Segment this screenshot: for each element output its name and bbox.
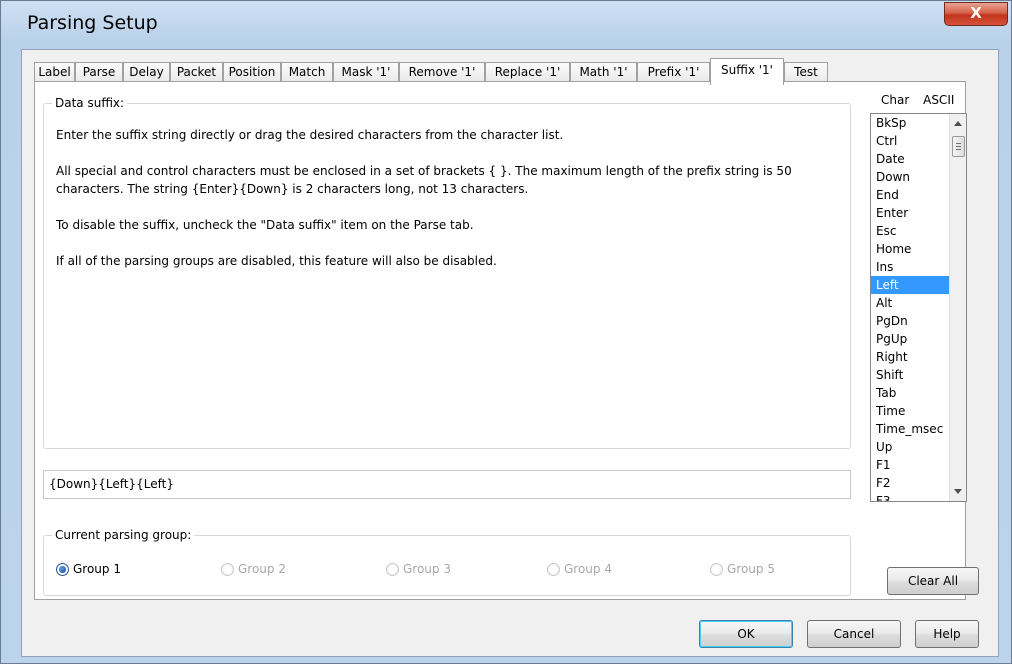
grip-icon <box>956 149 961 150</box>
group-5-label: Group 5 <box>727 562 775 576</box>
char-list-header: Char ASCII <box>881 93 954 107</box>
tab-parse[interactable]: Parse <box>75 62 123 83</box>
help-paragraph: To disable the suffix, uncheck the "Data… <box>56 218 474 232</box>
group-1-radio[interactable]: Group 1 <box>56 562 121 576</box>
data-suffix-label: Data suffix: <box>52 96 128 110</box>
tab-mask[interactable]: Mask '1' <box>333 62 399 83</box>
tab-delay[interactable]: Delay <box>123 62 170 83</box>
help-text: Enter the suffix string directly or drag… <box>56 126 846 288</box>
tab-packet[interactable]: Packet <box>170 62 223 83</box>
tab-label[interactable]: Label <box>34 62 75 83</box>
ascii-column-header[interactable]: ASCII <box>923 93 954 107</box>
group-5-radio[interactable]: Group 5 <box>710 562 775 576</box>
tab-match[interactable]: Match <box>281 62 333 83</box>
tab-test[interactable]: Test <box>784 62 828 83</box>
group-3-label: Group 3 <box>403 562 451 576</box>
cancel-button[interactable]: Cancel <box>807 620 901 648</box>
suffix-string-input[interactable]: {Down}{Left}{Left} <box>43 470 851 499</box>
tab-prefix[interactable]: Prefix '1' <box>637 62 710 83</box>
help-paragraph: All special and control characters must … <box>56 164 792 196</box>
parsing-setup-window: Parsing Setup X Label Parse Delay Packet… <box>0 0 1012 664</box>
current-parsing-group-box: Current parsing group: Group 1 Group 2 G… <box>43 528 851 596</box>
grip-icon <box>956 146 961 147</box>
help-paragraph: Enter the suffix string directly or drag… <box>56 128 564 142</box>
help-button[interactable]: Help <box>915 620 979 648</box>
grip-icon <box>956 143 961 144</box>
group-2-label: Group 2 <box>238 562 286 576</box>
help-paragraph: If all of the parsing groups are disable… <box>56 254 497 268</box>
tab-replace[interactable]: Replace '1' <box>485 62 570 83</box>
group-4-radio[interactable]: Group 4 <box>547 562 612 576</box>
radio-unchecked-icon <box>386 562 399 576</box>
group-4-label: Group 4 <box>564 562 612 576</box>
char-column-header: Char <box>881 93 910 107</box>
dialog-client-area: Label Parse Delay Packet Position Match … <box>21 49 999 657</box>
tab-suffix[interactable]: Suffix '1' <box>710 58 784 85</box>
clear-all-button[interactable]: Clear All <box>887 567 979 595</box>
group-2-radio[interactable]: Group 2 <box>221 562 286 576</box>
scroll-down-icon[interactable] <box>954 489 962 494</box>
radio-checked-icon <box>56 562 69 576</box>
scroll-up-icon[interactable] <box>954 121 962 126</box>
close-icon: X <box>970 4 982 22</box>
group-3-radio[interactable]: Group 3 <box>386 562 451 576</box>
tab-position[interactable]: Position <box>223 62 281 83</box>
tab-panel-suffix: Data suffix: Enter the suffix string dir… <box>34 81 966 600</box>
char-list-scrollbar[interactable] <box>949 114 966 501</box>
tab-remove[interactable]: Remove '1' <box>399 62 485 83</box>
ok-button[interactable]: OK <box>699 620 793 648</box>
tab-math[interactable]: Math '1' <box>570 62 637 83</box>
radio-unchecked-icon <box>710 562 723 576</box>
group-1-label: Group 1 <box>73 562 121 576</box>
scroll-thumb[interactable] <box>952 136 965 157</box>
window-title: Parsing Setup <box>27 12 158 34</box>
radio-unchecked-icon <box>547 562 560 576</box>
close-button[interactable]: X <box>944 2 1008 26</box>
char-list[interactable]: BkSp Ctrl Date Down End Enter Esc Home I… <box>870 113 967 502</box>
parsing-group-radios: Group 1 Group 2 Group 3 Group 4 Group 5 <box>56 562 826 582</box>
current-parsing-group-label: Current parsing group: <box>52 528 195 542</box>
data-suffix-group: Data suffix: Enter the suffix string dir… <box>43 96 851 449</box>
radio-unchecked-icon <box>221 562 234 576</box>
